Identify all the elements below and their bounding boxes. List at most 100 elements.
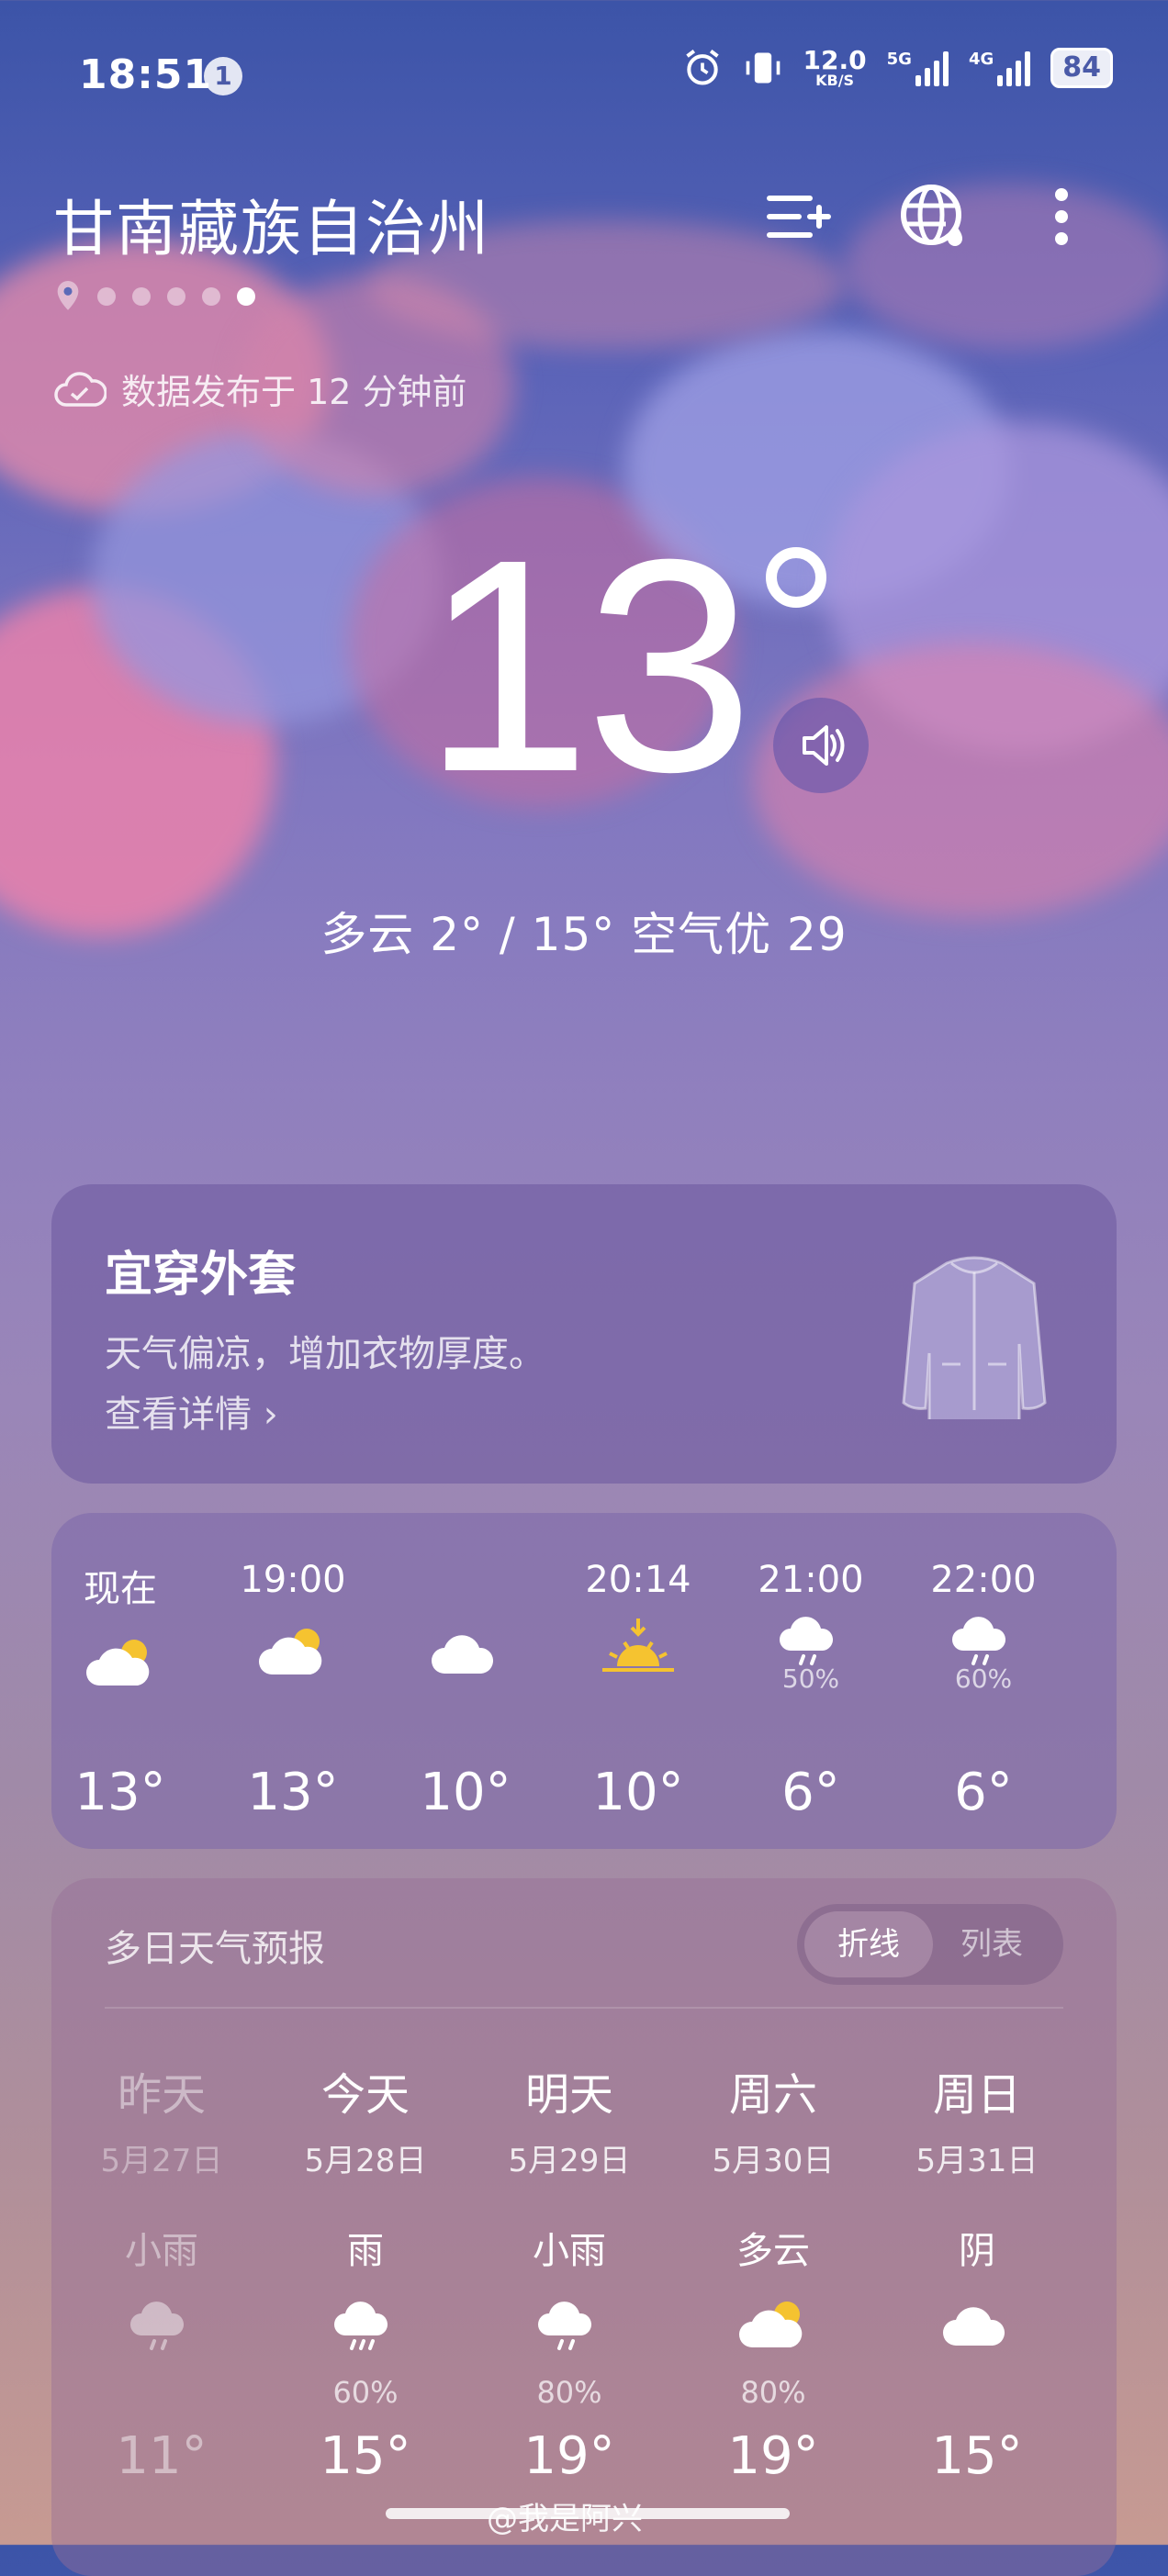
day-date: 5月30日	[712, 2143, 835, 2179]
day-name: 昨天	[117, 2069, 206, 2121]
vibrate-icon	[746, 52, 780, 84]
day-name: 周日	[932, 2069, 1021, 2121]
day-column[interactable]: 周日 5月31日 阴 15°	[885, 2058, 1069, 2486]
hour-temp: 13°	[247, 1763, 339, 1822]
hour-temp: 13°	[74, 1763, 166, 1822]
day-name: 明天	[524, 2069, 613, 2121]
speak-weather-button[interactable]	[773, 698, 869, 793]
partly-cloudy-icon	[51, 1612, 189, 1713]
hourly-item[interactable]: 19:00 13°	[224, 1559, 362, 1822]
net-speed: 12.0 KB/S	[803, 45, 867, 89]
hourly-item[interactable]: 现在 13°	[51, 1559, 189, 1822]
light-rain-icon: 60%	[915, 1601, 1052, 1702]
clothing-advice-card[interactable]: 宜穿外套 天气偏凉，增加衣物厚度。 查看详情 ›	[51, 1184, 1117, 1484]
status-time: 18:51	[79, 51, 213, 98]
cloudy-icon	[397, 1602, 534, 1703]
page-dot-active[interactable]	[237, 287, 255, 306]
hourly-item[interactable]: 20:14 10°	[569, 1559, 707, 1822]
day-condition: 阴	[959, 2230, 995, 2272]
battery-indicator: 84	[1050, 48, 1113, 88]
hour-label: 现在	[84, 1568, 157, 1610]
hour-label: 19:00	[240, 1559, 346, 1601]
day-column[interactable]: 明天 5月29日 小雨 80% 19°	[477, 2058, 661, 2486]
current-temperature: 13	[422, 496, 754, 834]
hourly-item[interactable]: 10°	[397, 1559, 534, 1822]
day-temp: 19°	[727, 2426, 819, 2486]
cloudy-icon	[885, 2274, 1069, 2375]
cloud-check-icon	[54, 371, 107, 407]
day-column[interactable]: 今天 5月28日 雨 60% 15°	[274, 2058, 457, 2486]
day-precip: 80%	[536, 2375, 602, 2410]
hour-label: 22:00	[930, 1559, 1037, 1601]
page-dot[interactable]	[97, 287, 116, 306]
day-condition: 小雨	[533, 2230, 606, 2272]
hour-temp: 10°	[420, 1763, 511, 1822]
signal-4g-icon: 4G	[969, 50, 1031, 86]
daily-forecast-title: 多日天气预报	[105, 1928, 325, 1970]
day-temp: 15°	[931, 2426, 1023, 2486]
hourly-item[interactable]: 21:00 50% 6°	[742, 1559, 880, 1822]
city-name[interactable]: 甘南藏族自治州	[53, 180, 490, 268]
day-temp: 11°	[116, 2426, 208, 2486]
light-rain-icon: 50%	[742, 1601, 880, 1702]
day-condition: 多云	[736, 2230, 810, 2272]
day-condition: 小雨	[125, 2230, 198, 2272]
hour-temp: 6°	[781, 1763, 840, 1822]
day-column[interactable]: 昨天 5月27日 小雨 11°	[70, 2058, 253, 2486]
publish-text: 数据发布于 12 分钟前	[121, 372, 467, 412]
page-dot[interactable]	[202, 287, 220, 306]
rain-icon	[274, 2274, 457, 2375]
divider	[105, 2007, 1063, 2009]
publish-info: 数据发布于 12 分钟前	[53, 364, 467, 414]
status-right: 12.0 KB/S 5G 4G 84	[682, 48, 1113, 88]
page-indicator[interactable]	[55, 281, 255, 312]
partly-cloudy-icon	[681, 2274, 865, 2375]
watermark: @我是阿兴	[487, 2501, 643, 2537]
status-bar: 18:51 1 12.0 KB/S 5G 4G 84	[0, 0, 1168, 147]
hour-label: 20:14	[585, 1559, 691, 1601]
day-precip	[885, 2375, 1069, 2415]
day-date: 5月27日	[100, 2143, 223, 2179]
day-precip: 60%	[332, 2375, 399, 2410]
day-column[interactable]: 周六 5月30日 多云 80% 19°	[681, 2058, 865, 2486]
day-date: 5月28日	[304, 2143, 427, 2179]
precip-chance: 60%	[954, 1663, 1013, 1694]
add-city-icon[interactable]	[758, 180, 832, 253]
jacket-icon	[902, 1256, 1047, 1419]
page-dot[interactable]	[132, 287, 151, 306]
light-rain-icon	[477, 2274, 661, 2375]
page-dot[interactable]	[167, 287, 185, 306]
day-temp: 19°	[523, 2426, 615, 2486]
signal-5g-icon: 5G	[887, 50, 949, 86]
day-date: 5月31日	[915, 2143, 1039, 2179]
globe-icon[interactable]	[896, 180, 970, 253]
day-precip	[70, 2375, 253, 2415]
more-options-icon[interactable]	[1025, 180, 1098, 253]
weather-summary[interactable]: 多云 2° / 15° 空气优 29	[0, 898, 1168, 964]
view-toggle[interactable]: 折线 列表	[797, 1904, 1063, 1985]
daily-forecast[interactable]: 多日天气预报 折线 列表 昨天 5月27日 小雨 11° 今天 5月28日 雨 …	[51, 1878, 1117, 2576]
toggle-line-chart[interactable]: 折线	[804, 1911, 933, 1977]
partly-cloudy-icon	[224, 1601, 362, 1702]
light-rain-icon	[70, 2274, 253, 2375]
hourly-item[interactable]: 22:00 60% 6°	[915, 1559, 1052, 1822]
day-name: 今天	[320, 2069, 410, 2121]
precip-chance: 50%	[781, 1663, 840, 1694]
day-precip: 80%	[740, 2375, 806, 2410]
hour-temp: 10°	[592, 1763, 684, 1822]
toggle-list[interactable]: 列表	[927, 1911, 1056, 1977]
notification-badge: 1	[204, 57, 242, 95]
location-pin-icon	[57, 281, 79, 310]
day-temp: 15°	[320, 2426, 411, 2486]
sunset-icon	[569, 1601, 707, 1702]
hour-temp: 6°	[954, 1763, 1013, 1822]
view-details-link[interactable]: 查看详情 ›	[105, 1384, 278, 1438]
day-date: 5月29日	[508, 2143, 631, 2179]
hour-label: 21:00	[758, 1559, 864, 1601]
clothing-title: 宜穿外套	[105, 1248, 297, 1303]
day-condition: 雨	[347, 2230, 384, 2272]
day-name: 周六	[728, 2069, 817, 2121]
degree-symbol	[766, 547, 826, 608]
alarm-icon	[685, 50, 719, 85]
hourly-forecast[interactable]: 现在 13° 19:00 13° 10° 20:14 10° 21:00 50%…	[51, 1513, 1117, 1849]
